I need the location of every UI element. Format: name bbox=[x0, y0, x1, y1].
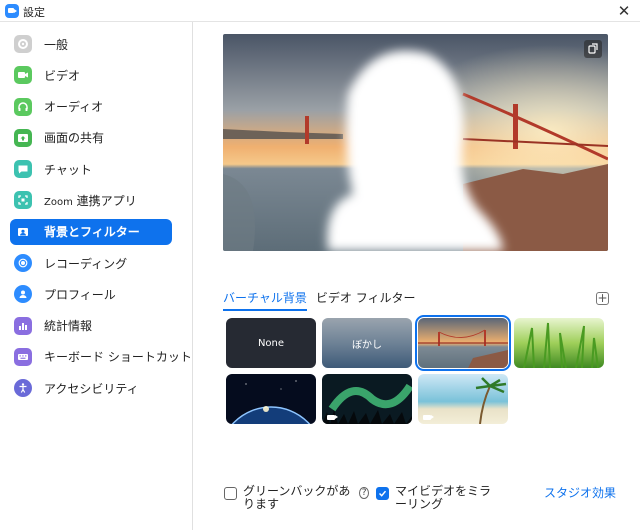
chat-icon bbox=[14, 160, 32, 179]
tab-video-filters[interactable]: ビデオ フィルター bbox=[316, 289, 416, 311]
sidebar-item-audio[interactable]: オーディオ bbox=[10, 94, 172, 120]
sidebar-item-label: Zoom 連携アプリ bbox=[44, 192, 137, 209]
sidebar-item-label: アクセシビリティ bbox=[44, 381, 139, 396]
sidebar-item-label: 統計情報 bbox=[44, 319, 93, 334]
video-badge-icon bbox=[327, 415, 338, 420]
tile-label: None bbox=[257, 337, 285, 349]
sidebar: 一般 ビデオ オーディオ 画面の共有 チャット Zoom 連携アプリ 背景とフィ… bbox=[0, 22, 193, 530]
tab-virtual-background[interactable]: バーチャル背景 bbox=[223, 289, 307, 311]
keyboard-icon bbox=[14, 347, 32, 366]
record-icon bbox=[14, 254, 32, 273]
sidebar-item-label-main: 連携アプリ bbox=[76, 193, 137, 208]
background-tile-blur[interactable]: ぼかし bbox=[322, 318, 412, 368]
background-tile-golden-gate[interactable] bbox=[415, 315, 511, 371]
sidebar-item-label: 背景とフィルター bbox=[44, 225, 140, 240]
background-tile-grass[interactable] bbox=[514, 318, 604, 368]
video-badge-icon bbox=[423, 415, 434, 420]
sidebar-item-chat[interactable]: チャット bbox=[10, 156, 172, 182]
video-icon bbox=[14, 66, 32, 85]
help-icon[interactable]: ? bbox=[359, 487, 369, 499]
tile-label: ぼかし bbox=[352, 339, 382, 351]
sidebar-item-general[interactable]: 一般 bbox=[10, 31, 172, 57]
sidebar-item-label: チャット bbox=[44, 162, 92, 177]
profile-icon bbox=[14, 285, 32, 304]
title-bar: 設定 ✕ bbox=[0, 0, 640, 22]
green-screen-option: グリーンバックがあります ? bbox=[224, 485, 369, 511]
mirror-video-checkbox[interactable] bbox=[376, 487, 389, 500]
statistics-icon bbox=[14, 316, 32, 335]
add-background-button[interactable]: + bbox=[596, 292, 609, 305]
close-button[interactable]: ✕ bbox=[616, 2, 632, 20]
background-icon bbox=[14, 222, 32, 241]
sidebar-item-accessibility[interactable]: アクセシビリティ bbox=[10, 375, 172, 401]
sidebar-item-label: 一般 bbox=[44, 37, 69, 52]
zoom-app-icon bbox=[5, 4, 19, 18]
background-tile-earth[interactable] bbox=[226, 374, 316, 424]
sidebar-item-label: ビデオ bbox=[44, 68, 81, 83]
rotate-icon bbox=[588, 43, 598, 54]
sidebar-item-label: プロフィール bbox=[44, 287, 116, 302]
sidebar-item-label: キーボード ショートカット bbox=[44, 350, 192, 365]
sidebar-item-keyboard-shortcuts[interactable]: キーボード ショートカット bbox=[10, 344, 192, 370]
sidebar-item-label: 画面の共有 bbox=[44, 131, 105, 146]
background-tile-none[interactable]: None bbox=[226, 318, 316, 368]
background-tile-beach[interactable] bbox=[418, 374, 508, 424]
main-panel: バーチャル背景 ビデオ フィルター + None ぼかし グリーンバックがありま… bbox=[194, 22, 640, 530]
headphones-icon bbox=[14, 97, 32, 116]
sidebar-item-statistics[interactable]: 統計情報 bbox=[10, 313, 172, 339]
checkmark-icon bbox=[378, 490, 387, 497]
share-screen-icon bbox=[14, 128, 32, 147]
sidebar-item-label: レコーディング bbox=[44, 256, 128, 271]
green-screen-checkbox[interactable] bbox=[224, 487, 237, 500]
gear-icon bbox=[14, 35, 32, 53]
background-tile-aurora[interactable] bbox=[322, 374, 412, 424]
apps-icon bbox=[14, 191, 32, 210]
studio-effects-link[interactable]: スタジオ効果 bbox=[544, 484, 616, 501]
sidebar-item-profile[interactable]: プロフィール bbox=[10, 281, 172, 307]
background-tabs: バーチャル背景 ビデオ フィルター bbox=[223, 289, 424, 311]
sidebar-item-recording[interactable]: レコーディング bbox=[10, 250, 172, 276]
accessibility-icon bbox=[14, 379, 32, 398]
video-preview bbox=[223, 34, 608, 251]
sidebar-item-background-filters[interactable]: 背景とフィルター bbox=[10, 218, 172, 245]
window-title: 設定 bbox=[23, 6, 45, 19]
sidebar-item-label: オーディオ bbox=[44, 100, 104, 115]
mirror-video-option: マイビデオをミラーリング bbox=[376, 485, 501, 511]
mirror-video-label: マイビデオをミラーリング bbox=[395, 484, 492, 511]
sidebar-item-label-prefix: Zoom bbox=[44, 196, 73, 208]
green-screen-label: グリーンバックがあります bbox=[243, 484, 351, 511]
sidebar-item-video[interactable]: ビデオ bbox=[10, 62, 172, 88]
sidebar-item-share-screen[interactable]: 画面の共有 bbox=[10, 125, 172, 151]
sidebar-item-apps[interactable]: Zoom 連携アプリ bbox=[10, 187, 172, 213]
rotate-camera-button[interactable] bbox=[584, 40, 602, 58]
